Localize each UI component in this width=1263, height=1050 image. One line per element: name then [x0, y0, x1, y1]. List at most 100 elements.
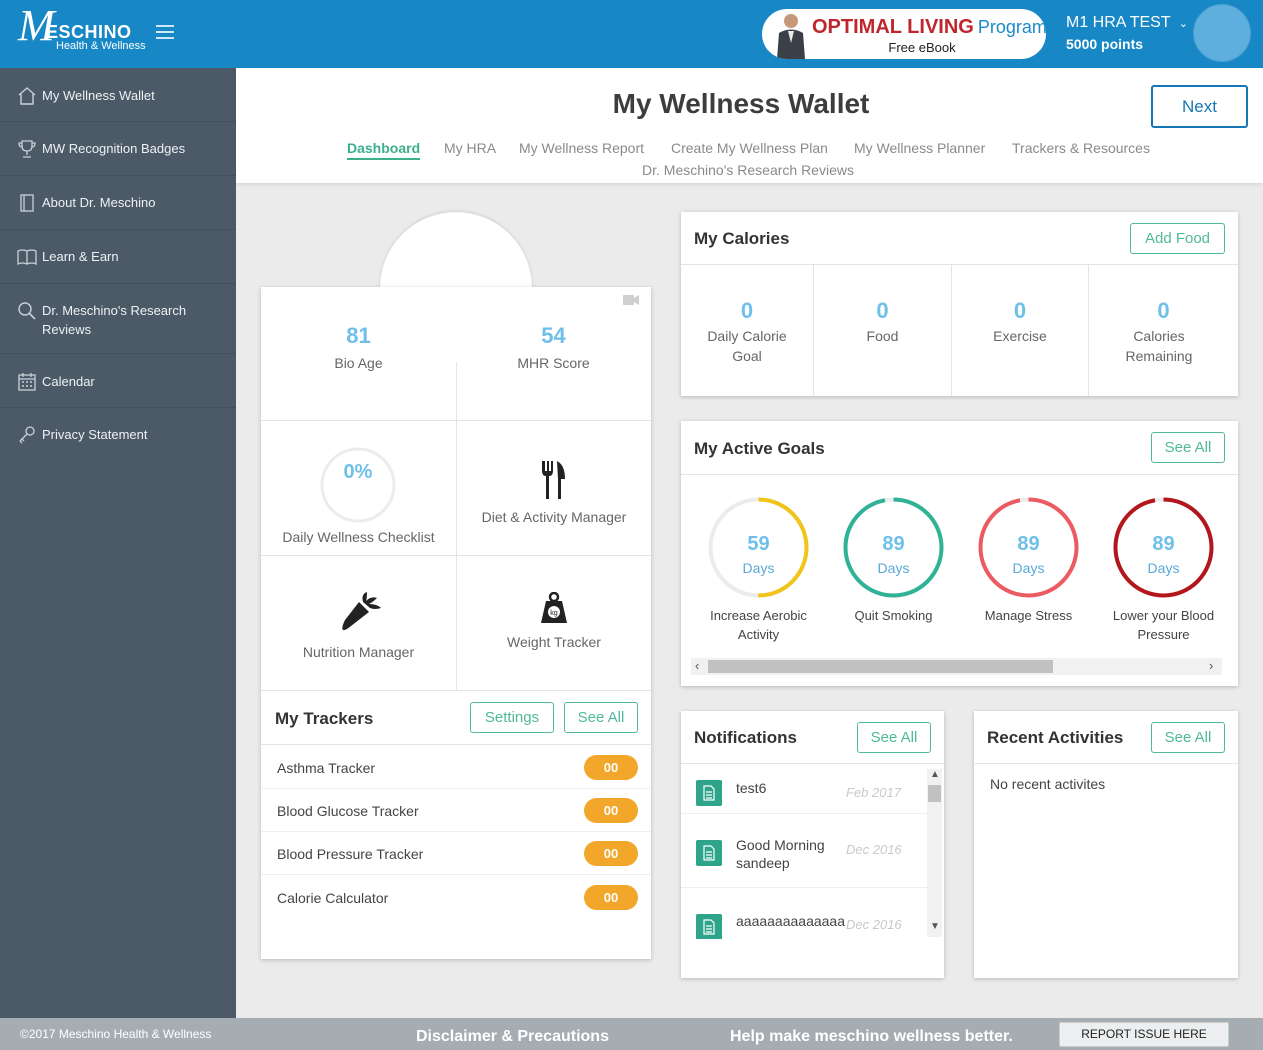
sidebar-item-calendar[interactable]: Calendar	[0, 354, 236, 408]
divider	[681, 264, 1238, 265]
checklist-percent: 0%	[343, 461, 373, 483]
calories-remaining-value: 0	[1157, 298, 1170, 323]
health-summary-card: 81 Bio Age 54 MHR Score 0% Daily Wellnes…	[261, 287, 651, 959]
notification-item[interactable]: aaaaaaaaaaaaaa Dec 2016	[681, 888, 927, 939]
goals-horizontal-scrollbar[interactable]: ‹ ›	[691, 658, 1222, 675]
exercise-calories-value: 0	[1013, 298, 1027, 323]
recent-activities-empty: No recent activites	[990, 776, 1106, 792]
tracker-count-badge: 00	[584, 755, 638, 780]
notification-text: test6	[736, 780, 767, 796]
nutrition-manager-tile[interactable]: Nutrition Manager	[261, 556, 456, 690]
next-button[interactable]: Next	[1151, 85, 1248, 128]
goals-scroller: 59 Days Increase Aerobic Activity 89 Day…	[691, 475, 1222, 656]
sidebar-item-label: Calendar	[42, 374, 95, 389]
page-title: My Wellness Wallet	[612, 88, 870, 119]
daily-wellness-checklist-tile[interactable]: 0% Daily Wellness Checklist	[261, 421, 456, 555]
sidebar-item-label: Dr. Meschino's Research Reviews	[42, 303, 187, 337]
notification-date: Dec 2016	[846, 917, 902, 932]
goal-item[interactable]: 89 Days Manage Stress	[961, 497, 1096, 647]
sidebar-item-privacy[interactable]: Privacy Statement	[0, 408, 236, 462]
scrollbar-thumb[interactable]	[708, 660, 1053, 673]
trackers-see-all-button[interactable]: See All	[564, 702, 638, 733]
notifications-card: Notifications See All test6 Feb 2017 Goo…	[681, 711, 944, 978]
diet-activity-manager-tile[interactable]: Diet & Activity Manager	[457, 421, 651, 555]
scroll-right-icon[interactable]: ›	[1209, 658, 1213, 673]
scroll-up-icon[interactable]: ▲	[930, 769, 940, 780]
footer: ©2017 Meschino Health & Wellness Disclai…	[0, 1018, 1263, 1050]
notification-date: Dec 2016	[846, 842, 902, 857]
tab-trackers-resources[interactable]: Trackers & Resources	[1012, 140, 1150, 156]
tab-my-hra[interactable]: My HRA	[444, 140, 496, 156]
tab-create-my-wellness-plan[interactable]: Create My Wellness Plan	[671, 140, 828, 156]
fork-knife-icon	[542, 461, 565, 499]
divider	[1088, 265, 1089, 396]
menu-toggle-icon[interactable]	[156, 25, 174, 41]
tracker-count-badge: 00	[584, 798, 638, 823]
avatar[interactable]	[1193, 4, 1251, 62]
document-icon	[696, 780, 722, 806]
goal-item[interactable]: 59 Days Increase Aerobic Activity	[691, 497, 826, 647]
sidebar-item-research-reviews[interactable]: Dr. Meschino's Research Reviews	[0, 284, 236, 354]
tracker-name: Calorie Calculator	[277, 890, 389, 906]
divider	[261, 744, 651, 745]
sidebar-item-learn-earn[interactable]: Learn & Earn	[0, 230, 236, 284]
trackers-settings-button[interactable]: Settings	[470, 702, 554, 733]
notification-item[interactable]: Good Morning sandeep Dec 2016	[681, 814, 927, 888]
trackers-title: My Trackers	[275, 709, 374, 728]
video-camera-icon[interactable]	[623, 294, 639, 306]
checklist-progress-ring	[320, 447, 396, 523]
tab-research-reviews[interactable]: Dr. Meschino's Research Reviews	[642, 162, 854, 178]
report-issue-button[interactable]: REPORT ISSUE HERE	[1059, 1022, 1229, 1047]
tracker-row[interactable]: Blood Glucose Tracker 00	[261, 789, 651, 832]
tracker-row[interactable]: Asthma Tracker 00	[261, 746, 651, 789]
scrollbar-thumb[interactable]	[928, 785, 941, 802]
optimal-living-ebook-banner[interactable]: OPTIMAL LIVING Program Free eBook	[762, 9, 1046, 59]
user-points: 5000 points	[1066, 36, 1144, 52]
weight-tracker-tile[interactable]: kg Weight Tracker	[457, 556, 651, 690]
tracker-row[interactable]: Blood Pressure Tracker 00	[261, 832, 651, 875]
calorie-goal-value: 0	[740, 298, 754, 323]
key-icon	[19, 426, 35, 444]
ebook-subtitle: Free eBook	[888, 40, 956, 55]
notifications-see-all-button[interactable]: See All	[857, 722, 931, 753]
tracker-name: Asthma Tracker	[277, 760, 376, 776]
sidebar-item-recognition-badges[interactable]: MW Recognition Badges	[0, 122, 236, 176]
add-food-button[interactable]: Add Food	[1130, 223, 1225, 254]
exercise-calories-label: Exercise	[993, 328, 1047, 344]
home-icon	[18, 87, 36, 105]
disclaimer-link[interactable]: Disclaimer & Precautions	[416, 1028, 609, 1046]
user-menu[interactable]: M1 HRA TEST ⌄ 5000 points	[1066, 14, 1188, 52]
tab-my-wellness-planner[interactable]: My Wellness Planner	[854, 140, 985, 156]
goal-days-value: 89	[1017, 533, 1040, 555]
tab-my-wellness-report[interactable]: My Wellness Report	[519, 140, 644, 156]
goal-item[interactable]: 89 Days Quit Smoking	[826, 497, 961, 647]
goal-label: Increase Aerobic Activity	[710, 608, 807, 642]
goal-days-unit: Days	[877, 560, 910, 576]
goals-title: My Active Goals	[694, 439, 825, 458]
sidebar-item-label: Privacy Statement	[42, 427, 148, 442]
search-icon	[18, 302, 36, 320]
my-active-goals-card: My Active Goals See All 59 Days Increase…	[681, 421, 1238, 686]
notification-item[interactable]: test6 Feb 2017	[681, 764, 927, 814]
book-icon	[20, 194, 34, 212]
notifications-vertical-scrollbar[interactable]: ▲ ▼	[927, 769, 942, 937]
recent-activities-see-all-button[interactable]: See All	[1151, 722, 1225, 753]
scroll-left-icon[interactable]: ‹	[695, 658, 699, 673]
help-text: Help make meschino wellness better.	[730, 1028, 1013, 1045]
user-name: M1 HRA TEST	[1066, 14, 1171, 31]
scroll-down-icon[interactable]: ▼	[930, 921, 940, 932]
goals-see-all-button[interactable]: See All	[1151, 432, 1225, 463]
logo[interactable]: M ESCHINO Health & Wellness	[18, 4, 153, 58]
notification-text: Good Morning sandeep	[736, 837, 825, 871]
sidebar-item-about[interactable]: About Dr. Meschino	[0, 176, 236, 230]
tracker-count-badge: 00	[584, 885, 638, 910]
recent-activities-card: Recent Activities See All No recent acti…	[974, 711, 1238, 978]
calorie-goal-label: Daily Calorie Goal	[707, 328, 787, 364]
tab-dashboard[interactable]: Dashboard	[347, 140, 421, 160]
tracker-row[interactable]: Calorie Calculator 00	[261, 875, 651, 918]
goal-item[interactable]: 89 Days Lower your Blood Pressure	[1096, 497, 1222, 647]
sidebar-item-my-wellness-wallet[interactable]: My Wellness Wallet	[0, 68, 236, 122]
nutrition-manager-label: Nutrition Manager	[302, 644, 415, 660]
bio-age-value: 81	[346, 323, 371, 348]
bio-age-label: Bio Age	[334, 355, 383, 371]
